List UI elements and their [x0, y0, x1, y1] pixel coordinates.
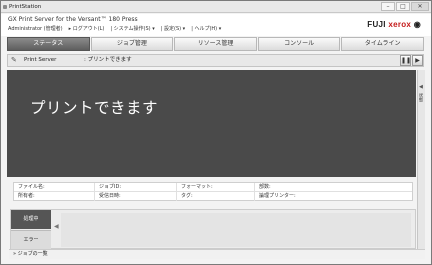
settings-menu[interactable]: | 設定(S) ▾	[161, 25, 185, 32]
format-label: フォーマット:	[176, 183, 254, 192]
print-server-status-bar: ✎ Print Server : プリントできます ❚❚ ▶	[7, 54, 424, 67]
job-queue-panel: 処理中 エラー ◀	[10, 209, 416, 249]
filter-processing[interactable]: 処理中	[11, 210, 51, 229]
app-window: PrintStation – □ ✕ GX Print Server for t…	[0, 0, 432, 265]
job-info-row: 所有者: 受信日時: タグ: 論理プリンター:	[14, 192, 412, 201]
job-list-area[interactable]	[61, 213, 411, 247]
user-name: Administrator (管理者)	[8, 26, 63, 32]
main-tabs: ステータス ジョブ管理 リソース管理 コンソール タイムライン	[7, 37, 424, 51]
logout-menu[interactable]: ▸ ログアウト(L)	[69, 25, 105, 32]
window-title: PrintStation	[9, 4, 42, 10]
job-id-label: ジョブID:	[94, 183, 176, 192]
received-date-label: 受信日時:	[94, 192, 176, 201]
side-panel[interactable]: ◀ 状態	[417, 70, 425, 256]
help-menu[interactable]: | ヘルプ(H) ▾	[191, 25, 221, 32]
window-controls: – □ ✕	[381, 2, 429, 11]
logical-printer-label: 論理プリンター:	[254, 192, 414, 201]
app-header: GX Print Server for the Versant™ 180 Pre…	[1, 14, 431, 36]
scroll-left-icon[interactable]: ◀	[54, 223, 59, 230]
owner-label: 所有者:	[18, 193, 35, 199]
file-name-label: ファイル名:	[18, 184, 45, 190]
side-panel-label: 状態	[418, 93, 423, 102]
tab-timeline[interactable]: タイムライン	[341, 37, 424, 51]
minimize-button[interactable]: –	[381, 2, 395, 11]
pencil-icon[interactable]: ✎	[11, 56, 17, 65]
play-icon[interactable]: ▶	[412, 55, 423, 66]
job-info-table: ファイル名: ジョブID: フォーマット: 部数: 所有者: 受信日時: タグ:…	[13, 182, 413, 201]
maximize-button[interactable]: □	[396, 2, 410, 11]
tab-status[interactable]: ステータス	[7, 37, 90, 51]
collapse-arrow-icon[interactable]: ◀	[419, 84, 423, 90]
main-status-message: プリントできます	[30, 99, 159, 117]
system-menu[interactable]: | システム操作(S) ▾	[110, 25, 154, 32]
pause-icon[interactable]: ❚❚	[400, 55, 411, 66]
job-info-row: ファイル名: ジョブID: フォーマット: 部数:	[14, 183, 412, 192]
job-list-label: ジョブの一覧	[17, 251, 48, 257]
job-list-bar[interactable]: » ジョブの一覧	[9, 249, 425, 259]
copies-label: 部数:	[254, 183, 414, 192]
app-icon	[3, 5, 7, 9]
tag-label: タグ:	[176, 192, 254, 201]
expand-icon[interactable]: »	[13, 251, 16, 257]
tab-console[interactable]: コンソール	[257, 37, 341, 51]
close-button[interactable]: ✕	[411, 2, 429, 11]
user-menu-bar: Administrator (管理者) ▸ ログアウト(L) | システム操作(…	[8, 25, 221, 32]
tab-resource-management[interactable]: リソース管理	[174, 37, 257, 51]
main-status-panel: プリントできます	[7, 70, 416, 177]
fuji-xerox-logo: FUJI xerox ◉	[367, 20, 421, 29]
tab-job-management[interactable]: ジョブ管理	[90, 37, 174, 51]
app-title: GX Print Server for the Versant™ 180 Pre…	[8, 16, 138, 23]
print-server-label: Print Server	[24, 57, 57, 63]
title-bar: PrintStation – □ ✕	[1, 1, 431, 13]
filter-error[interactable]: エラー	[11, 230, 51, 249]
print-server-status: : プリントできます	[84, 57, 132, 63]
